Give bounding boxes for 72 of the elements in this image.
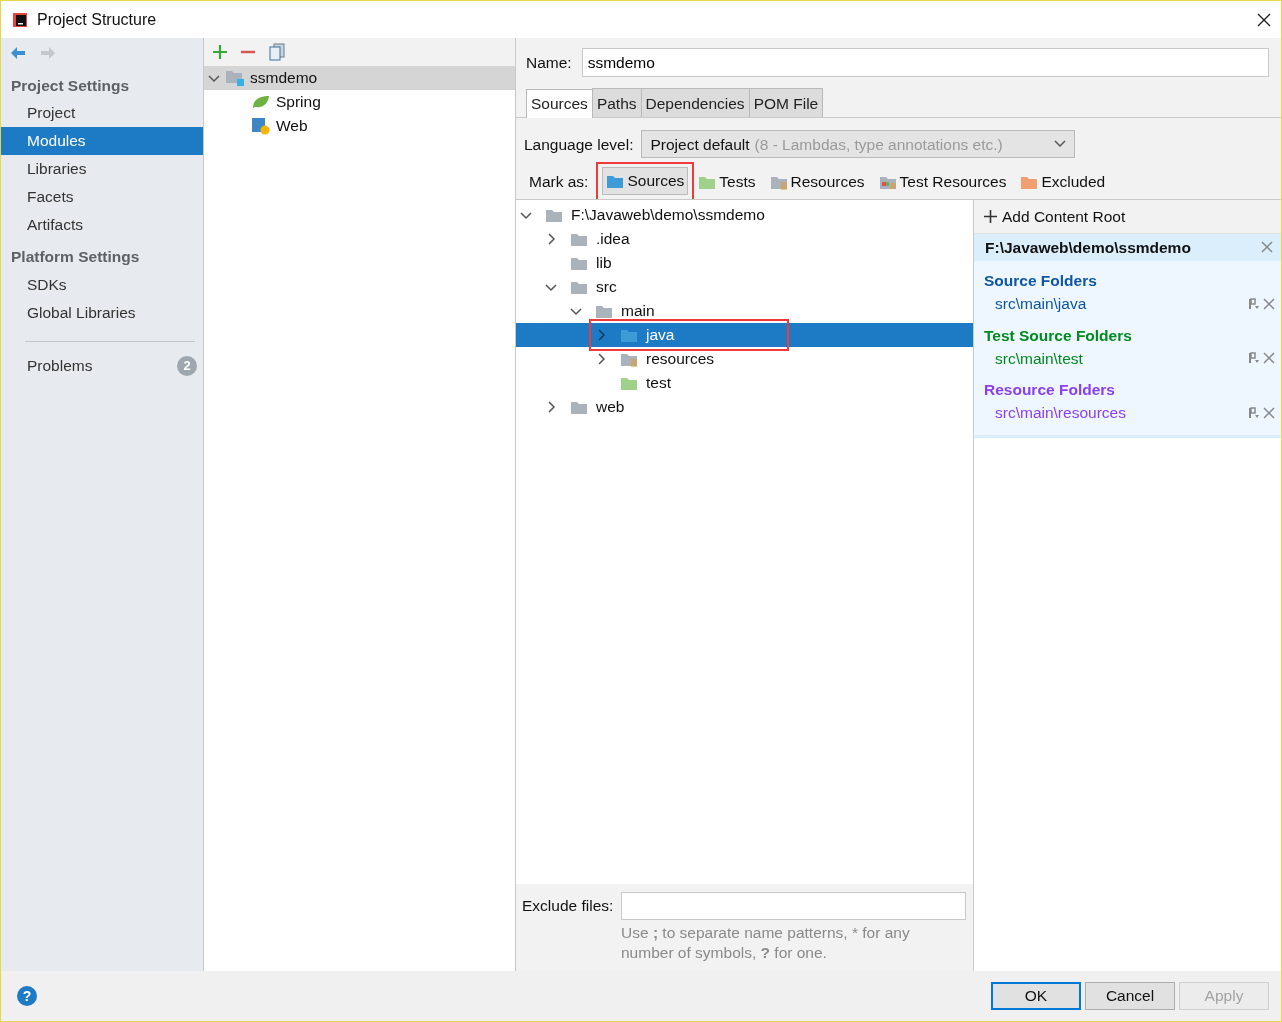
- back-arrow-icon[interactable]: [9, 45, 27, 61]
- folder-group-title: Resource Folders: [983, 380, 1116, 400]
- section-heading: Platform Settings: [10, 247, 141, 268]
- app-icon: [11, 10, 29, 29]
- language-level-detail: (8 - Lambdas, type annotations etc.): [754, 134, 1004, 155]
- mark-as-button[interactable]: Sources: [602, 167, 689, 195]
- tree-item[interactable]: web: [596, 394, 625, 419]
- language-level-dropdown[interactable]: Project default (8 - Lambdas, type annotations etc.): [641, 130, 1076, 159]
- mark-as-button[interactable]: Excluded: [1016, 168, 1110, 196]
- tab[interactable]: Paths: [591, 88, 642, 118]
- tree-item[interactable]: main: [621, 298, 655, 323]
- tab[interactable]: Dependencies: [640, 88, 750, 118]
- sidebar-item[interactable]: Facets: [1, 183, 203, 212]
- exclude-files-hint: Use ; to separate name patterns, * for any number of symbols, ? for one.: [620, 923, 911, 963]
- tree-row[interactable]: Spring: [204, 90, 515, 114]
- language-level-value: Project default: [650, 134, 750, 155]
- tree-item[interactable]: lib: [596, 250, 612, 275]
- sidebar-item[interactable]: Project: [1, 99, 203, 128]
- window-title: Project Structure: [37, 9, 158, 30]
- tree-item[interactable]: resources: [646, 346, 715, 371]
- exclude-files-field[interactable]: [621, 892, 967, 920]
- tree-label: Spring: [276, 92, 321, 113]
- tree-label: ssmdemo: [250, 68, 318, 89]
- sidebar-item[interactable]: Modules: [1, 127, 203, 156]
- section-heading: Project Settings: [10, 76, 130, 96]
- tree-item[interactable]: src: [596, 274, 617, 299]
- tree-row[interactable]: Web: [204, 114, 515, 138]
- chevron-right-icon[interactable]: [595, 352, 607, 365]
- problems-item[interactable]: Problems: [27, 353, 93, 378]
- folder-group-title: Source Folders: [983, 271, 1098, 291]
- tree-item[interactable]: java: [646, 322, 675, 347]
- folder-path: src\main\resources: [995, 403, 1126, 424]
- dialog-button[interactable]: Cancel: [1085, 982, 1175, 1010]
- tree-label: Web: [276, 116, 308, 137]
- tree-item[interactable]: test: [646, 370, 671, 395]
- properties-icon[interactable]: [1248, 297, 1259, 310]
- sidebar-item[interactable]: Global Libraries: [1, 298, 203, 327]
- web-icon: [251, 117, 271, 135]
- count-badge: 2: [177, 355, 197, 376]
- chevron-right-icon[interactable]: [545, 232, 557, 245]
- sidebar-item[interactable]: SDKs: [1, 270, 203, 299]
- chevron-down-icon: [1054, 140, 1067, 149]
- mark-as-label: Mark as:: [529, 172, 589, 193]
- properties-icon[interactable]: [1248, 406, 1259, 419]
- folder-path: src\main\java: [995, 294, 1087, 315]
- tree-row[interactable]: ssmdemo: [204, 66, 515, 90]
- tab[interactable]: POM File: [748, 88, 824, 118]
- tree-item[interactable]: .idea: [596, 226, 630, 251]
- tab[interactable]: Sources: [526, 89, 593, 119]
- close-icon[interactable]: [1257, 12, 1271, 27]
- copy-icon[interactable]: [268, 43, 286, 61]
- language-level-label: Language level:: [524, 134, 634, 155]
- sidebar-item[interactable]: Libraries: [1, 155, 203, 184]
- dialog-button[interactable]: OK: [991, 982, 1081, 1010]
- name-field[interactable]: ssmdemo: [581, 48, 1269, 77]
- chevron-down-icon[interactable]: [208, 72, 220, 84]
- chevron-right-icon[interactable]: [545, 400, 557, 413]
- module-icon: [225, 69, 245, 87]
- properties-icon[interactable]: [1248, 352, 1259, 365]
- sidebar-item[interactable]: Artifacts: [1, 211, 203, 240]
- folder-group-title: Test Source Folders: [983, 325, 1133, 346]
- mark-as-button[interactable]: Tests: [694, 168, 760, 196]
- folder-path: src\main\test: [995, 348, 1083, 369]
- exclude-files-label: Exclude files:: [522, 896, 614, 917]
- leaf-icon: [251, 94, 271, 110]
- mark-as-button[interactable]: Test Resources: [874, 168, 1011, 196]
- mark-as-button[interactable]: Resources: [765, 168, 869, 196]
- content-root-path: F:\Javaweb\demo\ssmdemo: [985, 237, 1191, 258]
- name-label: Name:: [526, 52, 572, 73]
- add-icon[interactable]: [984, 209, 997, 223]
- help-button[interactable]: ?: [17, 986, 37, 1006]
- tree-item[interactable]: F:\Javaweb\demo\ssmdemo: [571, 202, 765, 227]
